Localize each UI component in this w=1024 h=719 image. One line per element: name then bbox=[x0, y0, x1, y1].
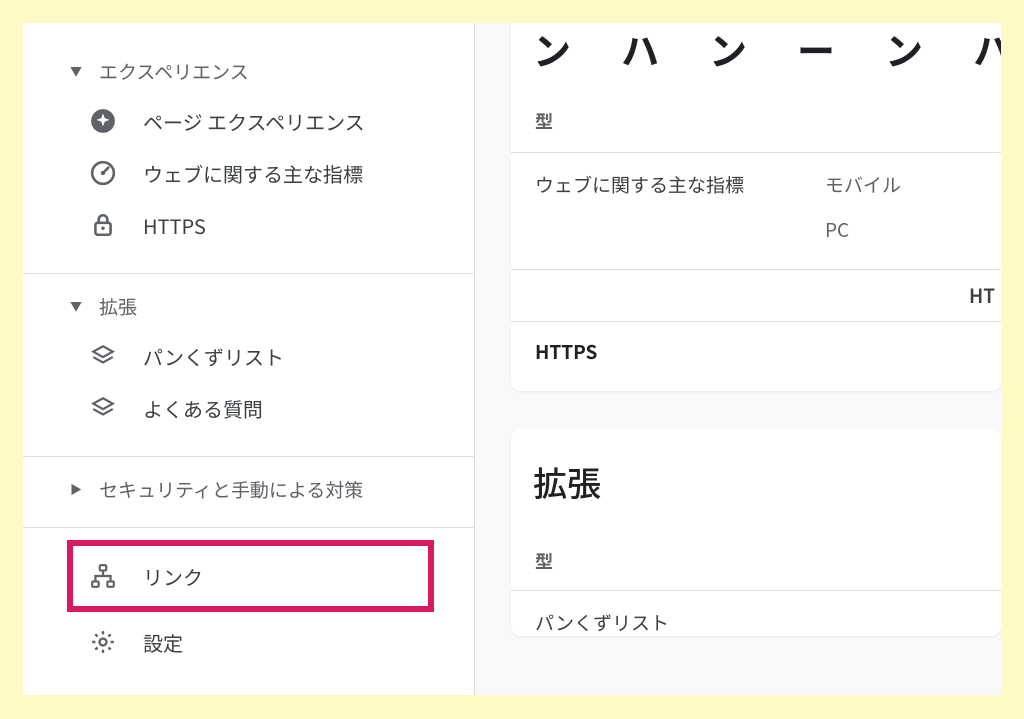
sparkle-icon bbox=[87, 105, 119, 137]
sidebar-item-links[interactable]: リンク bbox=[73, 546, 428, 606]
sidebar-item-label: よくある質問 bbox=[143, 394, 263, 423]
row-value: モバイル bbox=[825, 171, 975, 198]
sidebar: ▼ エクスペリエンス ページ エクスペリエンス ウェブに関する主な指標 HTTP… bbox=[23, 23, 475, 695]
divider bbox=[23, 527, 474, 528]
lock-icon bbox=[87, 209, 119, 241]
sitemap-icon bbox=[87, 560, 119, 592]
sidebar-item-label: ウェブに関する主な指標 bbox=[143, 159, 363, 188]
sidebar-item-label: 設定 bbox=[143, 628, 183, 657]
sidebar-section-label: 拡張 bbox=[99, 293, 137, 320]
https-row[interactable]: HTTPS bbox=[533, 322, 1001, 391]
layers-icon bbox=[87, 392, 119, 424]
row-value: PC bbox=[825, 216, 975, 243]
sidebar-item-label: パンくずリスト bbox=[143, 342, 284, 371]
main-content: ン ハ ン ー ン ハ 型 ウェブに関する主な指標 モバイル PC HT HTT… bbox=[475, 23, 1001, 695]
chevron-down-icon: ▼ bbox=[67, 298, 85, 315]
table-row[interactable]: PC bbox=[533, 210, 1001, 269]
sidebar-item-breadcrumbs[interactable]: パンくずリスト bbox=[23, 330, 474, 382]
sidebar-section-label: セキュリティと手動による対策 bbox=[99, 476, 363, 503]
divider bbox=[23, 273, 474, 274]
sidebar-item-label: リンク bbox=[143, 562, 203, 591]
sidebar-item-label: HTTPS bbox=[143, 211, 206, 240]
sidebar-item-page-experience[interactable]: ページ エクスペリエンス bbox=[23, 95, 474, 147]
sidebar-section-label: エクスペリエンス bbox=[99, 58, 249, 85]
divider bbox=[23, 456, 474, 457]
highlight-annotation: リンク bbox=[67, 540, 434, 612]
sidebar-item-https[interactable]: HTTPS bbox=[23, 199, 474, 251]
table-row[interactable]: ウェブに関する主な指標 モバイル bbox=[533, 153, 1001, 210]
type-heading: 型 bbox=[511, 506, 1001, 590]
gauge-icon bbox=[87, 157, 119, 189]
page-experience-card: ン ハ ン ー ン ハ 型 ウェブに関する主な指標 モバイル PC HT HTT… bbox=[511, 23, 1001, 391]
card-title: 拡張 bbox=[511, 457, 1001, 506]
card-title-truncated: ン ハ ン ー ン ハ bbox=[533, 23, 1001, 76]
sidebar-section-enhancements[interactable]: ▼ 拡張 bbox=[23, 286, 474, 326]
sidebar-section-experience[interactable]: ▼ エクスペリエンス bbox=[23, 51, 474, 91]
sidebar-item-settings[interactable]: 設定 bbox=[23, 616, 474, 668]
row-label: ウェブに関する主な指標 bbox=[535, 171, 825, 198]
sidebar-item-faq[interactable]: よくある質問 bbox=[23, 382, 474, 434]
gear-icon bbox=[87, 626, 119, 658]
type-heading: 型 bbox=[533, 76, 1001, 152]
sidebar-section-security[interactable]: ▶ セキュリティと手動による対策 bbox=[23, 469, 474, 509]
row-label bbox=[535, 216, 825, 243]
sidebar-item-label: ページ エクスペリエンス bbox=[143, 107, 365, 136]
chevron-right-icon: ▶ bbox=[67, 481, 85, 498]
enhancements-card: 拡張 型 パンくずリスト bbox=[511, 429, 1001, 636]
layers-icon bbox=[87, 340, 119, 372]
sidebar-item-core-web-vitals[interactable]: ウェブに関する主な指標 bbox=[23, 147, 474, 199]
chevron-down-icon: ▼ bbox=[67, 63, 85, 80]
cell-truncated: HT bbox=[511, 270, 1001, 321]
table-row[interactable]: パンくずリスト bbox=[511, 591, 1001, 636]
